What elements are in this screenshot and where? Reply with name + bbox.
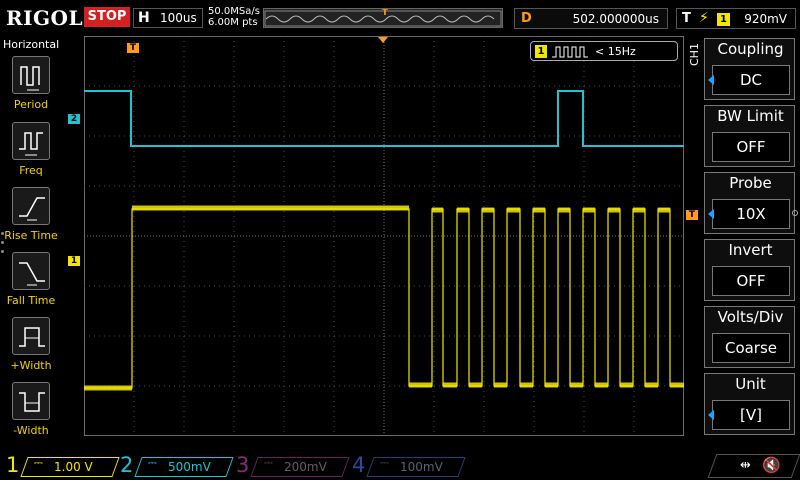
- measure-frequency-label: Freq: [19, 164, 43, 177]
- channel-menu: Coupling DC BW Limit OFF Probe 10X Inver…: [704, 38, 800, 438]
- dc-coupling-icon: ⎓: [380, 456, 389, 469]
- menu-left-arrow-icon: [708, 209, 714, 219]
- horizontal-measure-sidebar: Horizontal Period Freq Rise Time Fall Ti…: [0, 36, 62, 450]
- measure-fall-time[interactable]: Fall Time: [0, 252, 62, 314]
- top-status-bar: RIGOL STOP H 100us 50.0MSa/s 6.00M pts T…: [0, 0, 800, 36]
- measure-frequency[interactable]: Freq: [0, 122, 62, 184]
- trigger-position-marker[interactable]: T: [127, 43, 139, 53]
- ch1-scale: 1.00 V: [54, 460, 93, 474]
- measure-positive-width[interactable]: +Width: [0, 317, 62, 379]
- menu-bw-limit[interactable]: BW Limit OFF: [704, 105, 795, 167]
- channel-status-bar: 1 ⎓ 1.00 V 2 ⎓ 500mV 3 ⎓ 200mV 4 ⎓ 100mV…: [0, 452, 800, 480]
- negative-width-icon: [12, 382, 50, 420]
- usb-icon: ⇹: [740, 458, 751, 473]
- measure-period-label: Period: [13, 98, 49, 111]
- menu-volts-div[interactable]: Volts/Div Coarse: [704, 306, 795, 368]
- menu-unit-title: Unit: [735, 375, 766, 393]
- measure-fall-time-label: Fall Time: [6, 294, 56, 307]
- dc-coupling-icon: ⎓: [264, 456, 273, 469]
- measure-negative-width-label: -Width: [13, 424, 49, 437]
- menu-unit[interactable]: Unit [V]: [704, 373, 795, 435]
- run-stop-status[interactable]: STOP: [84, 7, 130, 27]
- ch4-scale: 100mV: [400, 460, 443, 474]
- menu-probe-title: Probe: [729, 174, 772, 192]
- ch1-number: 1: [6, 453, 20, 477]
- ch2-status[interactable]: 2 ⎓ 500mV: [120, 453, 234, 478]
- counter-value: < 15Hz: [595, 45, 636, 58]
- menu-unit-value: [V]: [712, 400, 790, 430]
- horizontal-delay[interactable]: D 502.000000us: [514, 8, 668, 29]
- sample-rate: 50.0MSa/s: [208, 6, 260, 17]
- ch1-status[interactable]: 1 ⎓ 1.00 V: [6, 453, 120, 478]
- horizontal-label: H: [138, 10, 150, 26]
- delay-label: D: [521, 11, 532, 26]
- timebase-value: 100us: [160, 11, 197, 25]
- menu-volts-div-value: Coarse: [712, 333, 790, 363]
- rising-edge-icon: ⚡: [699, 10, 709, 26]
- menu-invert-title: Invert: [728, 241, 773, 259]
- positive-width-icon: [12, 317, 50, 355]
- period-icon: [12, 56, 50, 94]
- trigger-status[interactable]: T ⚡ 1 920mV: [676, 8, 796, 29]
- speaker-muted-icon[interactable]: 🔇: [762, 456, 781, 474]
- sidebar-title: Horizontal: [3, 38, 60, 51]
- menu-probe-value: 10X: [712, 199, 790, 229]
- trigger-label: T: [682, 11, 691, 26]
- sidebar-scroll-dots: [1, 232, 5, 259]
- counter-channel: 1: [535, 45, 547, 58]
- rise-time-icon: [12, 187, 50, 225]
- menu-invert[interactable]: Invert OFF: [704, 239, 795, 301]
- status-frame: [707, 454, 800, 478]
- trigger-level: 920mV: [744, 12, 787, 26]
- measure-rise-time-label: Rise Time: [4, 229, 58, 242]
- ch2-number: 2: [120, 453, 134, 477]
- measure-period[interactable]: Period: [0, 56, 62, 118]
- waveform-display[interactable]: [84, 36, 684, 436]
- fall-time-icon: [12, 252, 50, 290]
- frequency-icon: [12, 122, 50, 160]
- frequency-counter: 1 < 15Hz: [530, 41, 678, 61]
- ch3-scale: 200mV: [284, 460, 327, 474]
- dc-coupling-icon: ⎓: [148, 456, 157, 469]
- sample-info: 50.0MSa/s 6.00M pts: [208, 6, 260, 28]
- measure-negative-width[interactable]: -Width: [0, 382, 62, 444]
- measure-positive-width-label: +Width: [10, 359, 52, 372]
- ch2-offset-marker[interactable]: 2: [68, 114, 80, 124]
- ch4-number: 4: [352, 453, 366, 477]
- memory-overview-strip: T: [263, 8, 503, 28]
- measure-rise-time[interactable]: Rise Time: [0, 187, 62, 249]
- ch2-scale: 500mV: [168, 460, 211, 474]
- memory-depth: 6.00M pts: [208, 17, 258, 28]
- delay-center-marker: [378, 37, 388, 43]
- menu-channel-tag: CH1: [688, 43, 701, 66]
- delay-value: 502.000000us: [572, 12, 659, 26]
- ch4-status[interactable]: 4 ⎓ 100mV: [352, 453, 466, 478]
- menu-volts-div-title: Volts/Div: [717, 308, 784, 326]
- ch1-offset-marker[interactable]: 1: [68, 256, 80, 266]
- menu-coupling-value: DC: [712, 65, 790, 95]
- menu-bw-limit-title: BW Limit: [717, 107, 784, 125]
- menu-bw-limit-value: OFF: [712, 132, 790, 162]
- square-wave-icon: [552, 46, 588, 58]
- menu-invert-value: OFF: [712, 266, 790, 296]
- menu-probe[interactable]: Probe 10X: [704, 172, 798, 234]
- brand-logo: RIGOL: [6, 6, 84, 30]
- trigger-source: 1: [717, 13, 730, 26]
- menu-coupling[interactable]: Coupling DC: [704, 38, 795, 100]
- memory-trigger-marker: T: [381, 8, 389, 18]
- dc-coupling-icon: ⎓: [34, 456, 43, 469]
- ch3-status[interactable]: 3 ⎓ 200mV: [236, 453, 350, 478]
- trigger-level-marker[interactable]: T: [686, 210, 698, 220]
- menu-coupling-title: Coupling: [717, 40, 784, 58]
- ch3-number: 3: [236, 453, 250, 477]
- menu-left-arrow-icon: [708, 410, 714, 420]
- horizontal-timebase[interactable]: H 100us: [133, 8, 203, 28]
- knob-select-icon: [792, 210, 798, 216]
- menu-left-arrow-icon: [708, 75, 714, 85]
